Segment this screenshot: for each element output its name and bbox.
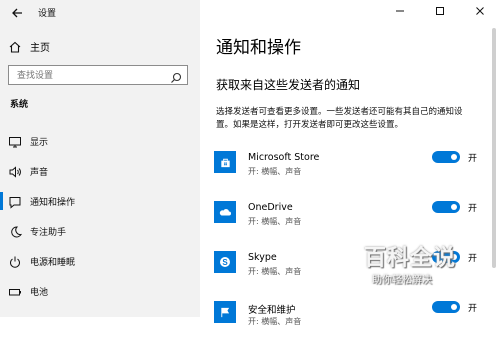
- toggle-state-label: 开: [468, 304, 478, 314]
- store-icon: [214, 151, 236, 173]
- back-arrow-icon: [12, 8, 22, 18]
- sender-detail: 开: 横幅、声音: [248, 267, 302, 276]
- minimize-icon: [396, 10, 404, 12]
- page-title: 通知和操作: [216, 38, 301, 58]
- title-bar-left: 设置: [0, 0, 200, 22]
- sidebar-nav: 显示 声音 通知和操作 专注助手 电源和睡眠 电池: [0, 126, 200, 306]
- toggle-state-label: 开: [468, 154, 478, 164]
- power-icon: [8, 254, 22, 268]
- window-title: 设置: [38, 9, 57, 19]
- sidebar-item-power-sleep[interactable]: 电源和睡眠: [0, 246, 200, 276]
- search-input[interactable]: [15, 68, 169, 84]
- home-label: 主页: [30, 42, 50, 54]
- minimize-button[interactable]: [380, 0, 420, 22]
- section-heading: 获取来自这些发送者的通知: [216, 78, 361, 92]
- sidebar-item-focus-assist[interactable]: 专注助手: [0, 216, 200, 246]
- flag-icon: [214, 301, 236, 323]
- toggle-knob: [451, 154, 457, 160]
- notification-icon: [8, 194, 22, 209]
- sidebar-item-notifications[interactable]: 通知和操作: [0, 186, 200, 216]
- sidebar-item-battery[interactable]: 电池: [0, 276, 200, 306]
- maximize-button[interactable]: [420, 0, 460, 22]
- sender-name: Skype: [248, 252, 277, 263]
- sender-name: Microsoft Store: [248, 152, 320, 163]
- sidebar-item-label: 声音: [30, 167, 49, 178]
- toggle-state-label: 开: [468, 204, 478, 214]
- skype-icon: S: [214, 251, 236, 273]
- cloud-icon: [214, 201, 236, 223]
- sidebar: 设置 主页 系统 显示: [0, 0, 200, 317]
- battery-icon: [8, 284, 22, 298]
- sender-detail: 开: 横幅、声音: [248, 217, 302, 226]
- sidebar-item-label: 电池: [30, 287, 49, 298]
- sender-name: 安全和维护: [248, 305, 296, 316]
- display-icon: [8, 134, 22, 148]
- watermark-title: 百科全说: [364, 246, 457, 271]
- notification-toggle[interactable]: [432, 151, 460, 163]
- sender-row-onedrive[interactable]: OneDrive 开: 横幅、声音 开: [214, 195, 500, 245]
- close-icon: [476, 7, 484, 15]
- sidebar-item-label: 显示: [30, 137, 49, 148]
- sidebar-item-sound[interactable]: 声音: [0, 156, 200, 186]
- notification-toggle[interactable]: [432, 201, 460, 213]
- back-button[interactable]: [10, 5, 24, 19]
- watermark-subtitle: 助你轻松解决: [372, 275, 432, 286]
- home-nav-item[interactable]: 主页: [8, 38, 50, 54]
- section-description: 选择发送者可查看更多设置。一些发送者还可能有其自己的通知设置。如果是这样，打开发…: [216, 107, 463, 130]
- settings-window: 设置 主页 系统 显示: [0, 0, 500, 326]
- close-button[interactable]: [460, 0, 500, 22]
- watermark-logo: 百科全说 助你轻松解决: [362, 240, 472, 290]
- sound-icon: [8, 164, 22, 178]
- window-controls: [380, 0, 500, 22]
- sender-row-microsoft-store[interactable]: Microsoft Store 开: 横幅、声音 开: [214, 145, 500, 195]
- notification-toggle[interactable]: [432, 301, 460, 313]
- sidebar-item-label: 电源和睡眠: [30, 257, 76, 268]
- sender-detail: 开: 横幅、声音: [248, 167, 302, 176]
- home-icon: [8, 39, 22, 53]
- maximize-icon: [436, 7, 444, 15]
- search-icon[interactable]: [170, 69, 182, 83]
- search-box[interactable]: [8, 65, 188, 85]
- section-label-system: 系统: [10, 100, 29, 110]
- toggle-knob: [451, 204, 457, 210]
- sender-detail: 开: 横幅、声音: [248, 317, 302, 326]
- sidebar-item-display[interactable]: 显示: [0, 126, 200, 156]
- sender-name: OneDrive: [248, 202, 293, 213]
- sidebar-item-label: 专注助手: [30, 227, 67, 238]
- svg-text:S: S: [222, 258, 228, 267]
- scrollbar[interactable]: [492, 28, 496, 268]
- moon-icon: [8, 224, 22, 238]
- sidebar-item-label: 通知和操作: [30, 197, 76, 208]
- sender-row-security-maintenance[interactable]: 安全和维护 开: 横幅、声音 开: [214, 295, 500, 345]
- toggle-knob: [451, 304, 457, 310]
